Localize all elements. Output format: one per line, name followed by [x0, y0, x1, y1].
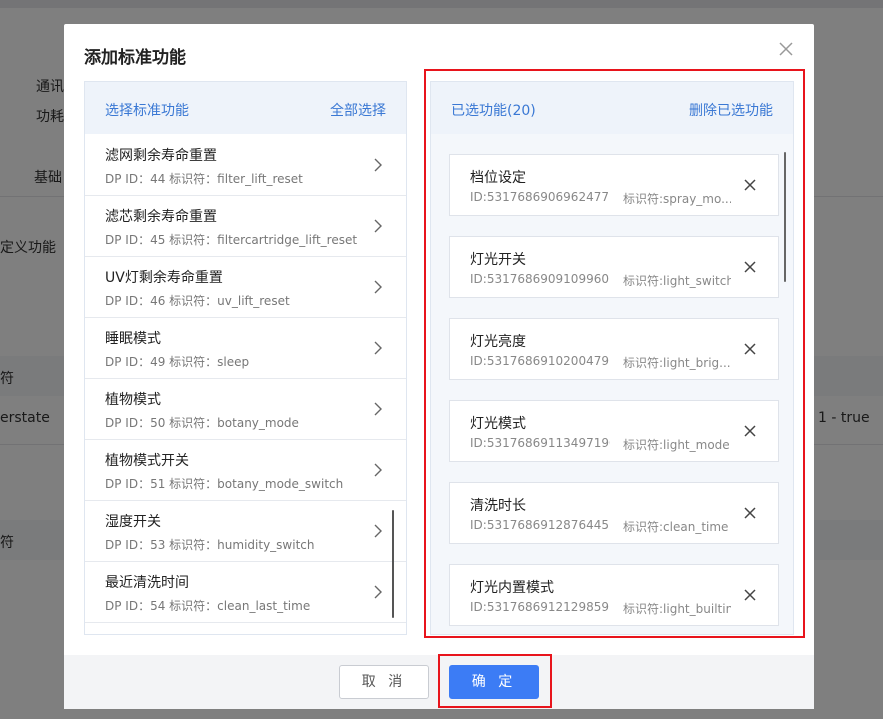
item-code: 标识符：botany_mode_switch [169, 477, 344, 491]
selected-item-id: ID:5317686909109960... [470, 272, 610, 286]
item-dp-id: DP ID：44 [105, 172, 166, 186]
selected-item-code: 标识符:light_brig... [623, 356, 731, 370]
list-item[interactable]: UV灯剩余寿命重置 DP ID：46 标识符：uv_lift_reset [85, 257, 406, 318]
list-item[interactable]: 植物模式开关 DP ID：51 标识符：botany_mode_switch [85, 440, 406, 501]
selected-item-id: ID:5317686912876445... [470, 518, 610, 532]
close-icon[interactable] [778, 41, 794, 57]
item-meta: DP ID：45 标识符：filtercartridge_lift_reset [105, 231, 357, 248]
confirm-button[interactable]: 确 定 [449, 665, 539, 699]
item-meta: DP ID：54 标识符：clean_last_time [105, 597, 310, 614]
remove-icon[interactable] [744, 589, 756, 601]
item-meta: DP ID：49 标识符：sleep [105, 353, 249, 370]
selected-item-name: 灯光内置模式 [470, 580, 554, 596]
selected-item-id: ID:5317686911349719​0... [470, 436, 610, 450]
selected-item: 清洗时长 ID:5317686912876445... 标识符:clean_ti… [449, 482, 779, 544]
selected-item: 灯光模式 ID:5317686911349719​0... 标识符:light_… [449, 400, 779, 462]
add-standard-function-dialog: 添加标准功能 选择标准功能 全部选择 滤网剩余寿命重置 DP ID：44 标识符… [64, 24, 814, 709]
item-dp-id: DP ID：53 [105, 538, 166, 552]
list-item[interactable]: 最近清洗时间 DP ID：54 标识符：clean_last_time [85, 562, 406, 623]
chevron-right-icon [374, 219, 382, 233]
dialog-footer [64, 655, 814, 709]
selected-function-list: 档位设定 ID:5317686906962477... 标识符:spray_mo… [431, 134, 793, 634]
standard-function-title: 选择标准功能 [105, 103, 189, 119]
item-name: 最近清洗时间 [105, 575, 189, 591]
chevron-right-icon [374, 158, 382, 172]
item-meta: DP ID：53 标识符：humidity_switch [105, 536, 314, 553]
selected-item-code: 标识符:light_switch [623, 274, 731, 288]
left-list-scrollbar[interactable] [392, 510, 394, 618]
selected-item-name: 灯光亮度 [470, 334, 526, 350]
selected-item-name: 灯光开关 [470, 252, 526, 268]
item-dp-id: DP ID：51 [105, 477, 166, 491]
selected-item-id: ID:5317686910200479... [470, 354, 610, 368]
item-dp-id: DP ID：46 [105, 294, 166, 308]
list-item[interactable]: 滤芯剩余寿命重置 DP ID：45 标识符：filtercartridge_li… [85, 196, 406, 257]
selected-item-name: 档位设定 [470, 170, 526, 186]
selected-item-name: 灯光模式 [470, 416, 526, 432]
selected-item-code: 标识符:spray_mo... [623, 192, 731, 206]
item-dp-id: DP ID：50 [105, 416, 166, 430]
remove-icon[interactable] [744, 425, 756, 437]
selected-function-title: 已选功能(20) [451, 103, 536, 119]
list-item[interactable]: 湿度开关 DP ID：53 标识符：humidity_switch [85, 501, 406, 562]
item-code: 标识符：humidity_switch [169, 538, 315, 552]
item-code: 标识符：clean_last_time [169, 599, 311, 613]
remove-icon[interactable] [744, 261, 756, 273]
remove-icon[interactable] [744, 179, 756, 191]
chevron-right-icon [374, 402, 382, 416]
right-list-scrollbar[interactable] [784, 152, 786, 282]
item-code: 标识符：uv_lift_reset [169, 294, 290, 308]
standard-function-panel: 选择标准功能 全部选择 滤网剩余寿命重置 DP ID：44 标识符：filter… [84, 81, 407, 635]
list-item[interactable]: 滤网剩余寿命重置 DP ID：44 标识符：filter_lift_reset [85, 135, 406, 196]
selected-item: 灯光亮度 ID:5317686910200479... 标识符:light_br… [449, 318, 779, 380]
selected-item: 档位设定 ID:5317686906962477... 标识符:spray_mo… [449, 154, 779, 216]
remove-icon[interactable] [744, 343, 756, 355]
item-name: 滤网剩余寿命重置 [105, 148, 217, 164]
item-meta: DP ID：50 标识符：botany_mode [105, 414, 299, 431]
chevron-right-icon [374, 463, 382, 477]
item-dp-id: DP ID：49 [105, 355, 166, 369]
chevron-right-icon [374, 341, 382, 355]
item-code: 标识符：filtercartridge_lift_reset [169, 233, 358, 247]
item-code: 标识符：sleep [169, 355, 250, 369]
item-meta: DP ID：44 标识符：filter_lift_reset [105, 170, 303, 187]
dialog-title: 添加标准功能 [84, 48, 186, 68]
standard-function-list: 滤网剩余寿命重置 DP ID：44 标识符：filter_lift_reset … [85, 134, 406, 634]
list-item[interactable]: 植物模式 DP ID：50 标识符：botany_mode [85, 379, 406, 440]
item-name: 睡眠模式 [105, 331, 161, 347]
cancel-button[interactable]: 取 消 [339, 665, 429, 699]
item-meta: DP ID：51 标识符：botany_mode_switch [105, 475, 343, 492]
selected-item-id: ID:5317686912129859... [470, 600, 610, 614]
selected-item: 灯光开关 ID:5317686909109960... 标识符:light_sw… [449, 236, 779, 298]
item-name: UV灯剩余寿命重置 [105, 270, 223, 286]
item-code: 标识符：botany_mode [169, 416, 299, 430]
selected-item-code: 标识符:light_builtin [623, 602, 731, 616]
item-dp-id: DP ID：54 [105, 599, 166, 613]
item-name: 滤芯剩余寿命重置 [105, 209, 217, 225]
delete-selected-button[interactable]: 删除已选功能 [689, 100, 773, 120]
chevron-right-icon [374, 280, 382, 294]
item-meta: DP ID：46 标识符：uv_lift_reset [105, 292, 290, 309]
selected-item-code: 标识符:light_mode [623, 438, 730, 452]
select-all-button[interactable]: 全部选择 [330, 100, 386, 120]
selected-item-id: ID:5317686906962477... [470, 190, 610, 204]
selected-item: 灯光内置模式 ID:5317686912129859... 标识符:light_… [449, 564, 779, 626]
item-name: 湿度开关 [105, 514, 161, 530]
selected-item-code: 标识符:clean_time [623, 520, 729, 534]
chevron-right-icon [374, 585, 382, 599]
item-name: 植物模式开关 [105, 453, 189, 469]
remove-icon[interactable] [744, 507, 756, 519]
chevron-right-icon [374, 524, 382, 538]
selected-function-header: 已选功能(20) 删除已选功能 [431, 82, 793, 134]
selected-item-name: 清洗时长 [470, 498, 526, 514]
item-code: 标识符：filter_lift_reset [169, 172, 303, 186]
list-item[interactable]: 睡眠模式 DP ID：49 标识符：sleep [85, 318, 406, 379]
item-dp-id: DP ID：45 [105, 233, 166, 247]
selected-function-panel: 已选功能(20) 删除已选功能 档位设定 ID:5317686906962477… [430, 81, 794, 635]
item-name: 植物模式 [105, 392, 161, 408]
standard-function-header: 选择标准功能 全部选择 [85, 82, 406, 134]
